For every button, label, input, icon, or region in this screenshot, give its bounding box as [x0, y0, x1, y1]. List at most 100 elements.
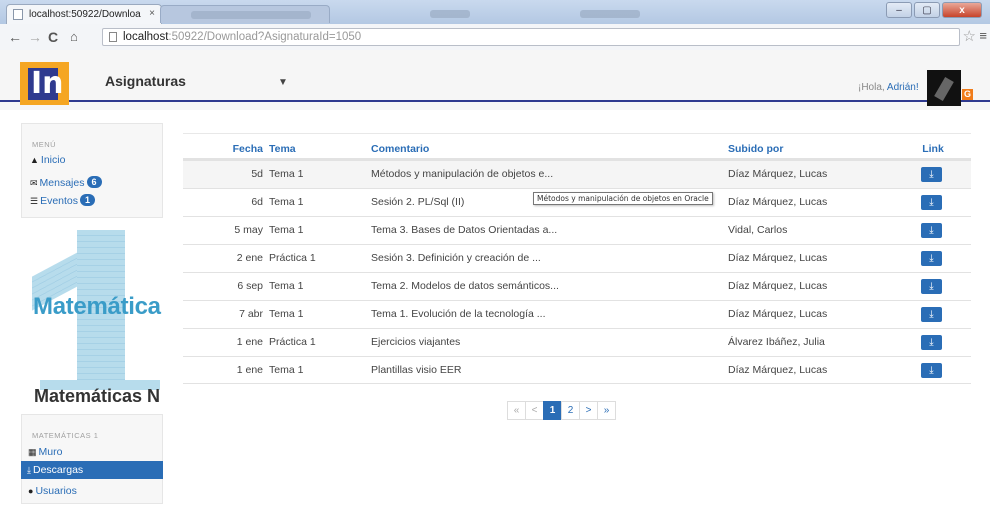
tab-close-icon[interactable]: × [149, 8, 155, 19]
cell-comentario: Tema 3. Bases de Datos Orientadas a... [371, 224, 558, 236]
next-page-button[interactable]: > [579, 401, 598, 420]
header-accent-line [0, 100, 990, 102]
page-1-button[interactable]: 1 [543, 401, 562, 420]
back-arrow-icon[interactable]: ← [8, 29, 22, 45]
sidebar-item-label: Descargas [32, 464, 84, 476]
address-bar[interactable]: localhost:50922/Download?AsignaturaId=10… [102, 28, 960, 46]
events-count-badge: 1 [80, 194, 96, 206]
home-icon[interactable]: ⌂ [70, 29, 78, 45]
download-button[interactable]: ⤓ [921, 279, 942, 294]
download-button[interactable]: ⤓ [921, 251, 942, 266]
logout-icon[interactable]: G [962, 89, 973, 100]
column-header-link: Link [922, 143, 944, 155]
cell-subido-por: Vidal, Carlos [728, 224, 788, 236]
download-icon: ⤓ [929, 281, 934, 292]
app-logo[interactable]: In [20, 62, 69, 105]
download-button[interactable]: ⤓ [921, 195, 942, 210]
sidebar-item-usuarios[interactable]: ● Usuarios [28, 485, 77, 497]
download-button[interactable]: ⤓ [921, 363, 942, 378]
cell-tema: Tema 1 [269, 364, 304, 376]
first-page-button[interactable]: « [507, 401, 526, 420]
subjects-menu-title[interactable]: Asignaturas [105, 73, 186, 89]
download-icon: ⤓ [929, 197, 934, 208]
cell-comentario: Tema 2. Modelos de datos semánticos... [371, 280, 559, 292]
cell-fecha: 6 sep [237, 280, 263, 292]
sidebar-item-descargas-link[interactable]: ⤓ Descargas [27, 464, 83, 476]
sidebar-item-mensajes[interactable]: ✉ Mensajes 6 [30, 176, 102, 189]
cell-fecha: 2 ene [236, 252, 263, 264]
column-header-tema[interactable]: Tema [269, 143, 369, 155]
sidebar-item-label: Inicio [40, 154, 66, 166]
user-name-link[interactable]: Adrián! [887, 82, 919, 93]
sidebar-item-eventos[interactable]: ☰ Eventos 1 [30, 194, 96, 207]
cell-tema: Tema 1 [269, 308, 304, 320]
download-icon: ⤓ [929, 309, 934, 320]
download-button[interactable]: ⤓ [921, 307, 942, 322]
avatar-figure [934, 76, 954, 102]
table-row: 7 abr Tema 1 Tema 1. Evolución de la tec… [183, 300, 971, 328]
previous-page-button[interactable]: < [525, 401, 544, 420]
envelope-icon: ✉ [30, 178, 38, 188]
download-icon: ⤓ [27, 465, 31, 475]
sidebar-item-label: Eventos [40, 195, 79, 207]
tab-title: localhost:50922/Downloa [29, 9, 141, 20]
browser-tab[interactable]: localhost:50922/Downloa × [6, 4, 162, 24]
minimize-button[interactable]: – [886, 2, 912, 18]
sidebar-item-inicio[interactable]: ▲ Inicio [30, 154, 65, 166]
column-header-subido-por[interactable]: Subido por [728, 143, 898, 155]
download-icon: ⤓ [929, 225, 934, 236]
cell-comentario: Sesión 3. Definición y creación de ... [371, 252, 541, 264]
download-button[interactable]: ⤓ [921, 167, 942, 182]
browser-toolbar: ← → C ⌂ localhost:50922/Download?Asignat… [0, 24, 990, 51]
table-header-row: Fecha Tema Comentario Subido por Link [183, 133, 971, 160]
column-header-comentario[interactable]: Comentario [371, 143, 651, 155]
table-row: 1 ene Tema 1 Plantillas visio EER Díaz M… [183, 356, 971, 384]
table-row: 6 sep Tema 1 Tema 2. Modelos de datos se… [183, 272, 971, 300]
cell-comentario: Ejercicios viajantes [371, 336, 461, 348]
bookmark-star-icon[interactable]: ☆ [963, 27, 976, 45]
browser-tab-new[interactable] [160, 5, 330, 23]
maximize-button[interactable]: ▢ [914, 2, 940, 18]
page-icon [109, 32, 117, 42]
table-row: 5 may Tema 1 Tema 3. Bases de Datos Orie… [183, 216, 971, 244]
chevron-down-icon[interactable]: ▼ [278, 77, 288, 88]
grid-icon: ▦ [28, 447, 37, 457]
course-image: Matemática [22, 230, 164, 390]
cell-fecha: 1 ene [236, 364, 263, 376]
sidebar-item-descargas[interactable]: ⤓ Descargas [21, 461, 163, 479]
sidebar-item-label: Usuarios [35, 485, 77, 497]
cell-fecha: 1 ene [236, 336, 263, 348]
last-page-button[interactable]: » [597, 401, 616, 420]
page-2-button[interactable]: 2 [561, 401, 580, 420]
course-image-word: Matemática [33, 293, 161, 320]
logo-text: In [31, 66, 64, 101]
greeting-text: ¡Hola, [858, 82, 887, 93]
column-header-fecha[interactable]: Fecha [183, 143, 263, 155]
list-icon: ☰ [30, 196, 39, 206]
blurred-titlebar-content [430, 10, 470, 18]
download-icon: ⤓ [929, 169, 934, 180]
cell-comentario: Tema 1. Evolución de la tecnología ... [371, 308, 546, 320]
table-row: 2 ene Práctica 1 Sesión 3. Definición y … [183, 244, 971, 272]
browser-menu-icon[interactable]: ≡ [979, 28, 987, 43]
sidebar-item-muro[interactable]: ▦ Muro [28, 446, 62, 458]
cell-fecha: 6d [251, 196, 263, 208]
logo-mark: In [28, 68, 64, 100]
download-button[interactable]: ⤓ [921, 335, 942, 350]
cell-subido-por: Díaz Márquez, Lucas [728, 196, 828, 208]
cell-subido-por: Díaz Márquez, Lucas [728, 252, 828, 264]
cell-subido-por: Díaz Márquez, Lucas [728, 168, 828, 180]
reload-icon[interactable]: C [48, 29, 58, 45]
page-favicon-icon [13, 9, 23, 20]
sidebar-menu: MENÚ ▲ Inicio ✉ Mensajes 6 ☰ Eventos 1 [21, 123, 163, 218]
url-path: :50922/Download?AsignaturaId=1050 [168, 31, 362, 43]
blurred-titlebar-content [580, 10, 640, 18]
sidebar-item-label: Mensajes [39, 177, 85, 189]
cell-subido-por: Díaz Márquez, Lucas [728, 280, 828, 292]
cell-comentario: Métodos y manipulación de objetos e... [371, 168, 554, 180]
download-button[interactable]: ⤓ [921, 223, 942, 238]
close-window-button[interactable]: x [942, 2, 982, 18]
avatar[interactable] [927, 70, 961, 106]
cell-tema: Tema 1 [269, 196, 304, 208]
forward-arrow-icon[interactable]: → [28, 29, 42, 45]
